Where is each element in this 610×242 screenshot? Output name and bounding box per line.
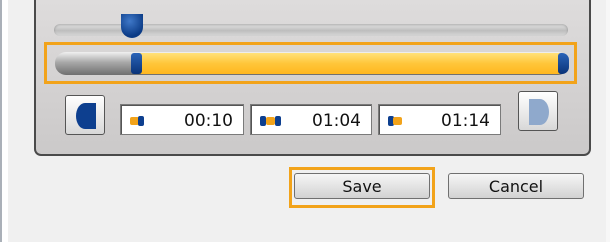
position-slider-thumb[interactable]: [121, 14, 143, 38]
end-time-field[interactable]: 01:14: [378, 104, 501, 135]
window-left-edge: [0, 0, 2, 242]
start-marker-icon: [130, 116, 144, 126]
current-time-field[interactable]: 01:04: [250, 104, 372, 135]
set-end-button[interactable]: [518, 91, 558, 131]
set-start-bracket-icon: [76, 103, 96, 129]
current-time-value: 01:04: [312, 111, 361, 131]
end-time-value: 01:14: [441, 111, 490, 131]
range-marker-icon: [260, 116, 281, 126]
range-end-handle[interactable]: [558, 53, 569, 74]
end-marker-icon: [388, 116, 402, 126]
start-time-field[interactable]: 00:10: [120, 104, 244, 135]
range-start-handle[interactable]: [131, 53, 142, 74]
cancel-button[interactable]: Cancel: [448, 173, 584, 199]
set-end-bracket-icon: [529, 99, 549, 125]
set-start-button[interactable]: [65, 95, 105, 135]
window-right-edge: [606, 0, 610, 242]
range-slider-fill: [139, 53, 560, 74]
start-time-value: 00:10: [184, 111, 233, 131]
save-button[interactable]: Save: [294, 173, 430, 199]
